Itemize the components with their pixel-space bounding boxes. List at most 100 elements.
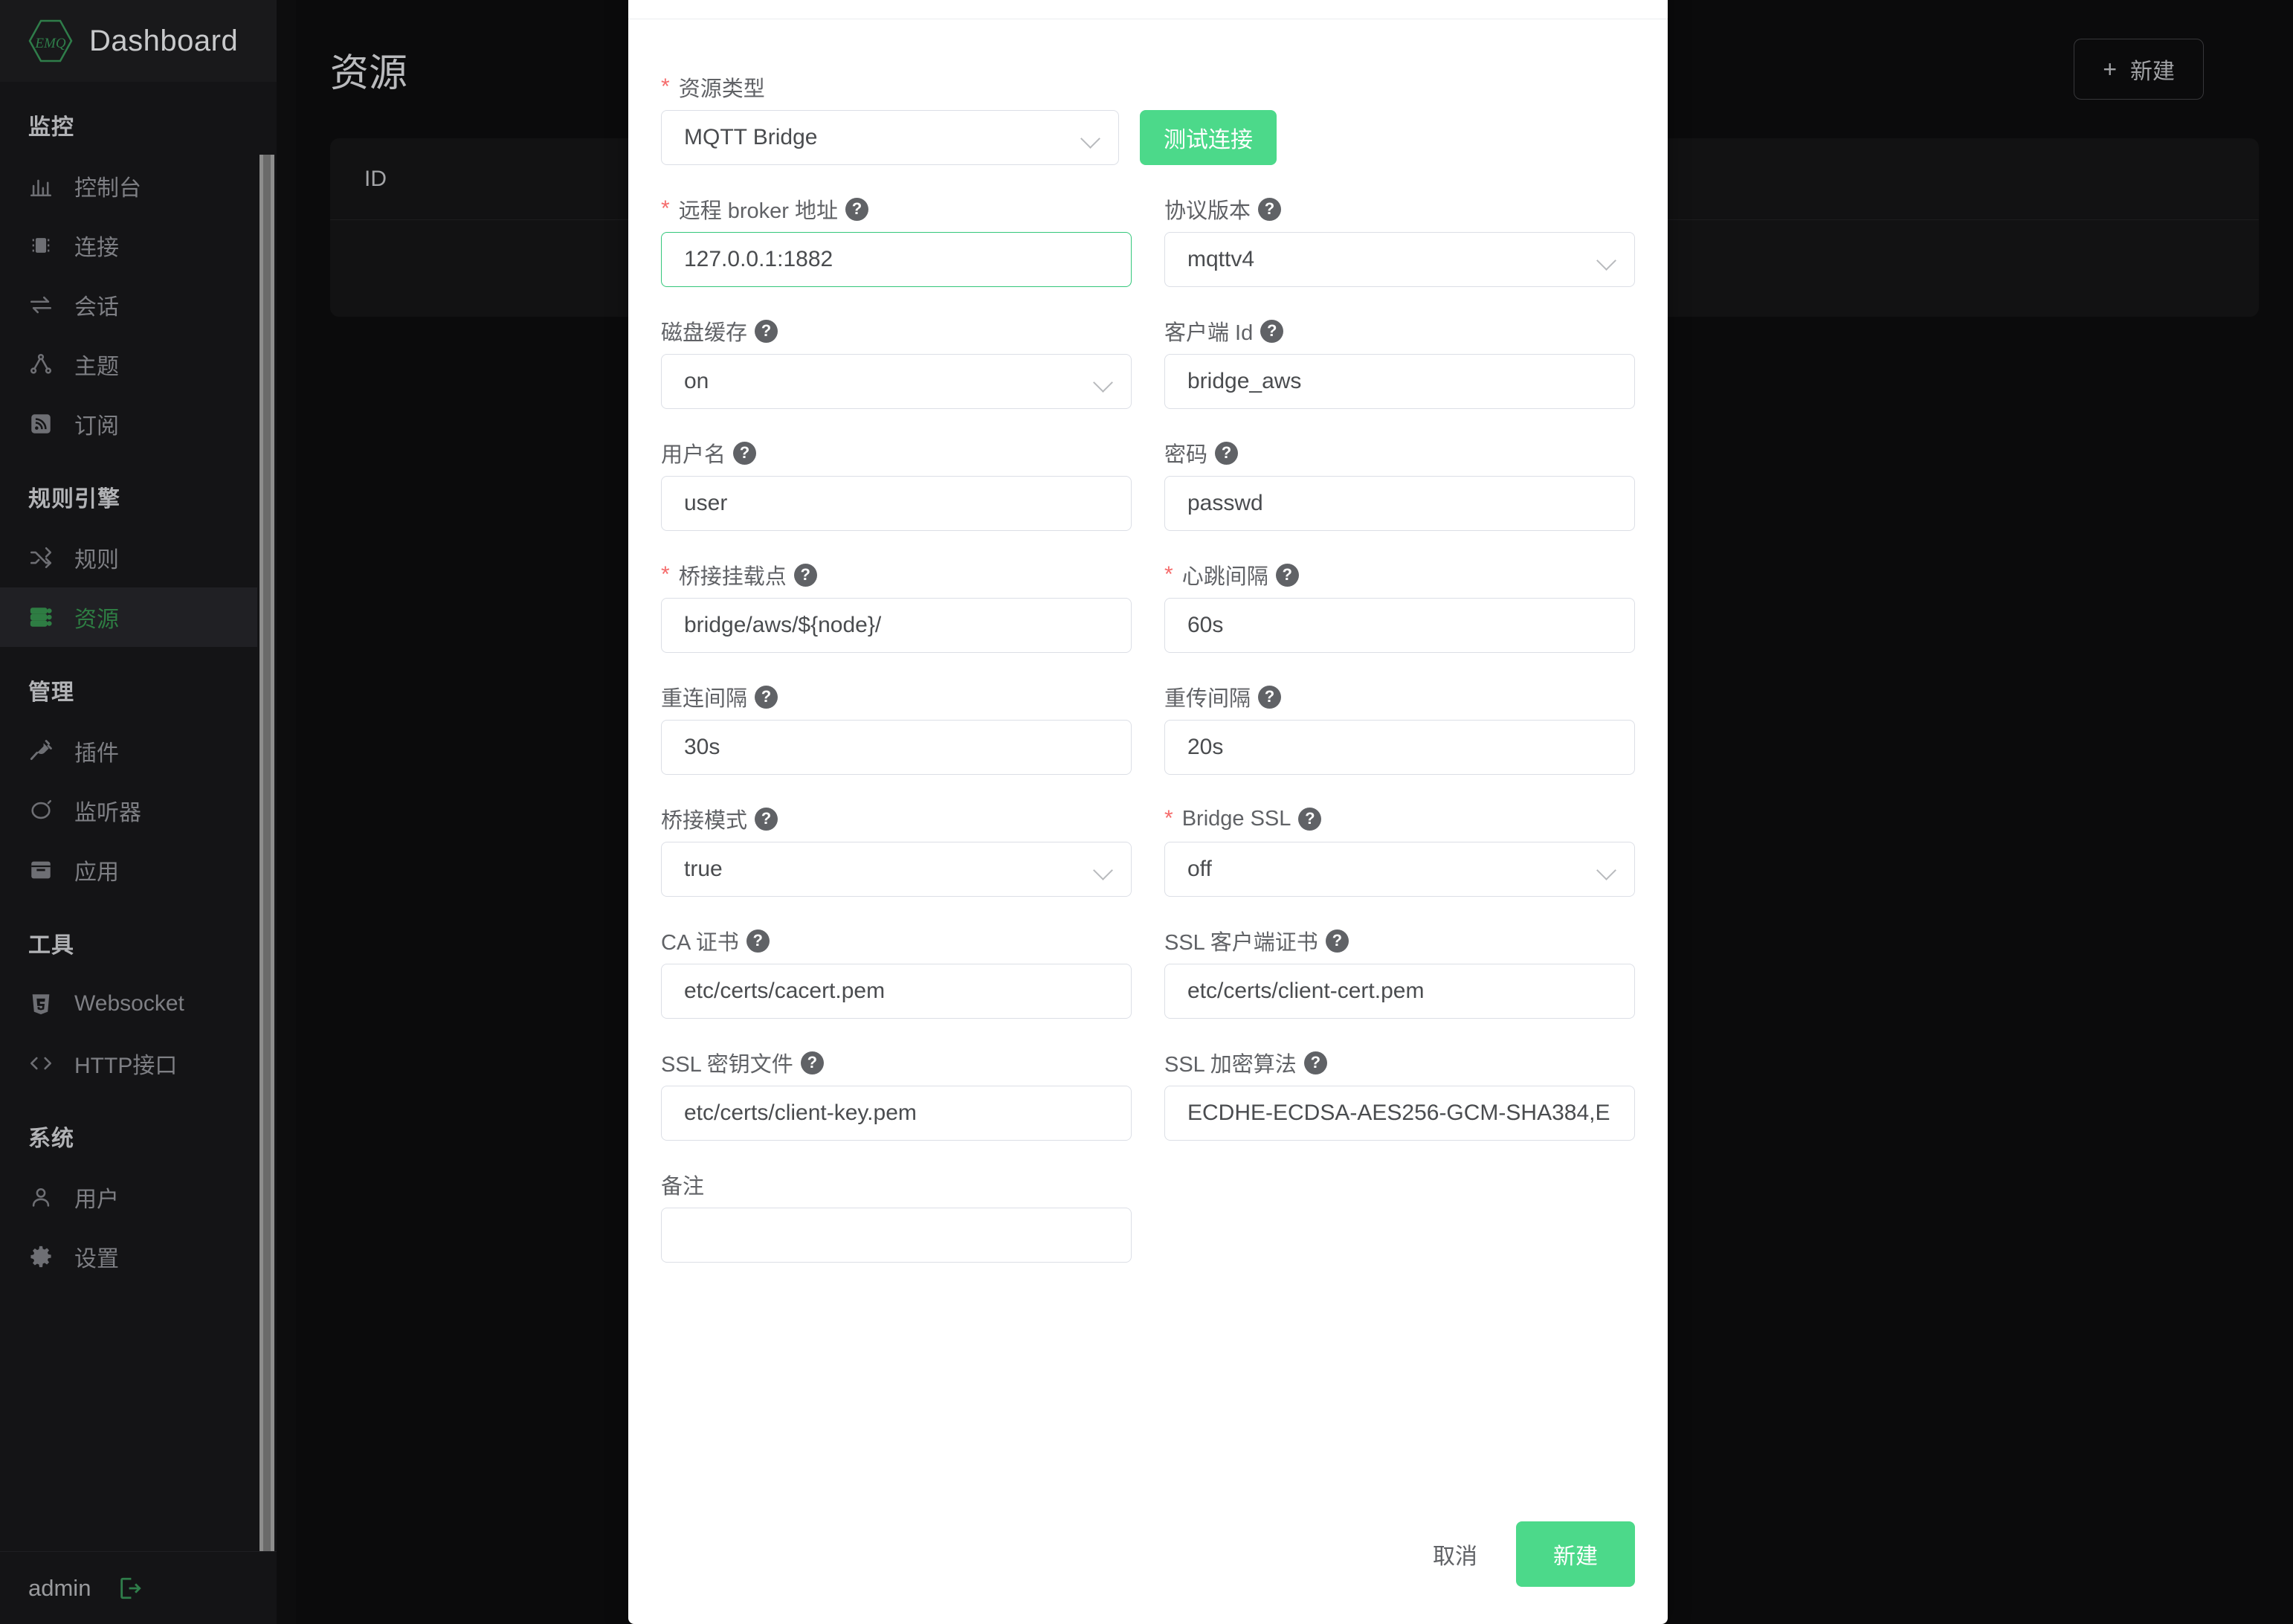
label-text: 心跳间隔	[1181, 565, 1268, 589]
help-icon[interactable]: ?	[800, 1051, 824, 1074]
help-icon[interactable]: ?	[845, 197, 869, 221]
help-icon[interactable]: ?	[1258, 197, 1282, 221]
label-text: 远程 broker 地址	[678, 199, 839, 223]
label-protocol_version: 协议版本?	[1164, 186, 1635, 232]
sidebar-scrollbar[interactable]	[257, 82, 277, 1551]
sidebar-item-3-0[interactable]: 主题	[0, 335, 277, 394]
nav-group-title-2: 管理	[28, 680, 74, 705]
help-icon[interactable]: ?	[1275, 563, 1299, 587]
resource-dialog: 资源管理 * 资源类型 MQTT Bridge 测试连接 * 远程 broker 地址? 1…	[628, 0, 1668, 1624]
input-ssl_key_file[interactable]: etc/certs/client-key.pem	[661, 1086, 1132, 1141]
sidebar-item-label: Websocket	[74, 991, 184, 1016]
field-protocol_version: 协议版本? mqttv4	[1164, 186, 1635, 287]
sidebar-item-label: 插件	[74, 741, 119, 766]
label-username: 用户名?	[661, 430, 1132, 476]
sidebar-item-0-3[interactable]: Websocket	[0, 974, 277, 1034]
test-connection-button[interactable]: 测试连接	[1140, 110, 1277, 165]
create-button[interactable]: 新建	[1516, 1521, 1635, 1587]
logout-icon[interactable]	[117, 1576, 143, 1601]
input-ssl_client_cert[interactable]: etc/certs/client-cert.pem	[1164, 964, 1635, 1019]
input-disk_cache[interactable]: on	[661, 354, 1132, 409]
help-icon[interactable]: ?	[733, 441, 757, 465]
help-icon[interactable]: ?	[1303, 1051, 1327, 1074]
sidebar-nav: 监控 控制台 连接 会话 主题 订阅 规则引擎 规则 资源 管理 插件 监听器 应用 工具 Websocke…	[0, 82, 277, 1551]
resource-type-row: MQTT Bridge 测试连接	[661, 110, 1635, 165]
sidebar-item-2-0[interactable]: 会话	[0, 275, 277, 335]
input-bridge_ssl[interactable]: off	[1164, 842, 1635, 897]
label-text: SSL 客户端证书	[1164, 931, 1318, 955]
input-reconnect[interactable]: 30s	[661, 720, 1132, 775]
sidebar-item-2-2[interactable]: 应用	[0, 840, 277, 900]
label-bridge_mode: 桥接模式?	[661, 796, 1132, 842]
value-ca_cert: etc/certs/cacert.pem	[684, 979, 886, 1003]
new-resource-button-label: 新建	[2130, 59, 2175, 84]
label-text: 磁盘缓存	[661, 321, 748, 345]
help-icon[interactable]: ?	[746, 929, 770, 953]
label-text: 重传间隔	[1164, 687, 1251, 711]
sidebar-item-0-1[interactable]: 规则	[0, 528, 277, 587]
sidebar-item-4-0[interactable]: 订阅	[0, 394, 277, 454]
help-icon[interactable]: ?	[755, 807, 778, 831]
sidebar-scrollbar-thumb[interactable]	[259, 155, 274, 1551]
field-mount_point: * 桥接挂载点? bridge/aws/${node}/	[661, 552, 1132, 653]
sidebar-item-0-2[interactable]: 插件	[0, 721, 277, 781]
input-password[interactable]: passwd	[1164, 476, 1635, 531]
value-client_id: bridge_aws	[1187, 369, 1302, 393]
value-bridge_mode: true	[684, 857, 723, 881]
field-ssl_key_file: SSL 密钥文件? etc/certs/client-key.pem	[661, 1040, 1132, 1141]
new-resource-button[interactable]: + 新建	[2074, 39, 2204, 100]
label-ssl_ciphers: SSL 加密算法?	[1164, 1040, 1635, 1086]
sidebar-item-label: 监听器	[74, 801, 141, 825]
help-icon[interactable]: ?	[1325, 929, 1349, 953]
sidebar-item-1-3[interactable]: HTTP接口	[0, 1034, 277, 1093]
label-client_id: 客户端 Id?	[1164, 308, 1635, 354]
input-username[interactable]: user	[661, 476, 1132, 531]
input-ca_cert[interactable]: etc/certs/cacert.pem	[661, 964, 1132, 1019]
plug-icon	[28, 738, 54, 764]
sidebar-item-1-4[interactable]: 设置	[0, 1227, 277, 1286]
label-keepalive: * 心跳间隔?	[1164, 552, 1635, 598]
label-text: 协议版本	[1164, 199, 1251, 223]
input-client_id[interactable]: bridge_aws	[1164, 354, 1635, 409]
help-icon[interactable]: ?	[755, 685, 778, 709]
field-retry: 重传间隔? 20s	[1164, 674, 1635, 775]
sidebar-item-0-4[interactable]: 用户	[0, 1167, 277, 1227]
input-broker_address[interactable]: 127.0.0.1:1882	[661, 232, 1132, 287]
sidebar-item-label: 资源	[74, 608, 119, 632]
sidebar-item-1-0[interactable]: 连接	[0, 216, 277, 275]
sidebar-item-1-2[interactable]: 监听器	[0, 781, 277, 840]
help-icon[interactable]: ?	[1260, 319, 1284, 343]
input-resource_type[interactable]: MQTT Bridge	[661, 110, 1119, 165]
input-ssl_ciphers[interactable]: ECDHE-ECDSA-AES256-GCM-SHA384,E	[1164, 1086, 1635, 1141]
brand-logo[interactable]: EMQ Dashboard	[0, 0, 277, 82]
label-text: 重连间隔	[661, 687, 748, 711]
sidebar-item-label: 会话	[74, 295, 119, 320]
sidebar-item-1-1[interactable]: 资源	[0, 587, 277, 647]
sidebar-item-label: 订阅	[74, 414, 119, 439]
field-ssl_ciphers: SSL 加密算法? ECDHE-ECDSA-AES256-GCM-SHA384,E	[1164, 1040, 1635, 1141]
label-text: SSL 加密算法	[1164, 1053, 1297, 1077]
help-icon[interactable]: ?	[1215, 441, 1239, 465]
input-retry[interactable]: 20s	[1164, 720, 1635, 775]
help-icon[interactable]: ?	[755, 319, 778, 343]
help-icon[interactable]: ?	[793, 563, 817, 587]
help-icon[interactable]: ?	[1258, 685, 1282, 709]
value-keepalive: 60s	[1187, 613, 1224, 637]
input-keepalive[interactable]: 60s	[1164, 598, 1635, 653]
help-icon[interactable]: ?	[1298, 807, 1322, 831]
chip-icon	[28, 233, 54, 258]
input-bridge_mode[interactable]: true	[661, 842, 1132, 897]
nav-group-title-0: 监控	[28, 115, 74, 140]
app-root: EMQ Dashboard 监控 控制台 连接 会话 主题 订阅 规则引擎 规则 资源 管理 插件监…	[0, 0, 2293, 1624]
input-mount_point[interactable]: bridge/aws/${node}/	[661, 598, 1132, 653]
label-text: 密码	[1164, 443, 1208, 467]
input-remark[interactable]	[661, 1208, 1132, 1263]
value-reconnect: 30s	[684, 735, 720, 759]
app-icon	[28, 857, 54, 883]
sidebar-item-0-0[interactable]: 控制台	[0, 156, 277, 216]
value-bridge_ssl: off	[1187, 857, 1212, 881]
sidebar-item-label: 应用	[74, 860, 119, 885]
sidebar-item-label: 用户	[74, 1188, 119, 1212]
input-protocol_version[interactable]: mqttv4	[1164, 232, 1635, 287]
cancel-button[interactable]: 取消	[1428, 1530, 1482, 1578]
